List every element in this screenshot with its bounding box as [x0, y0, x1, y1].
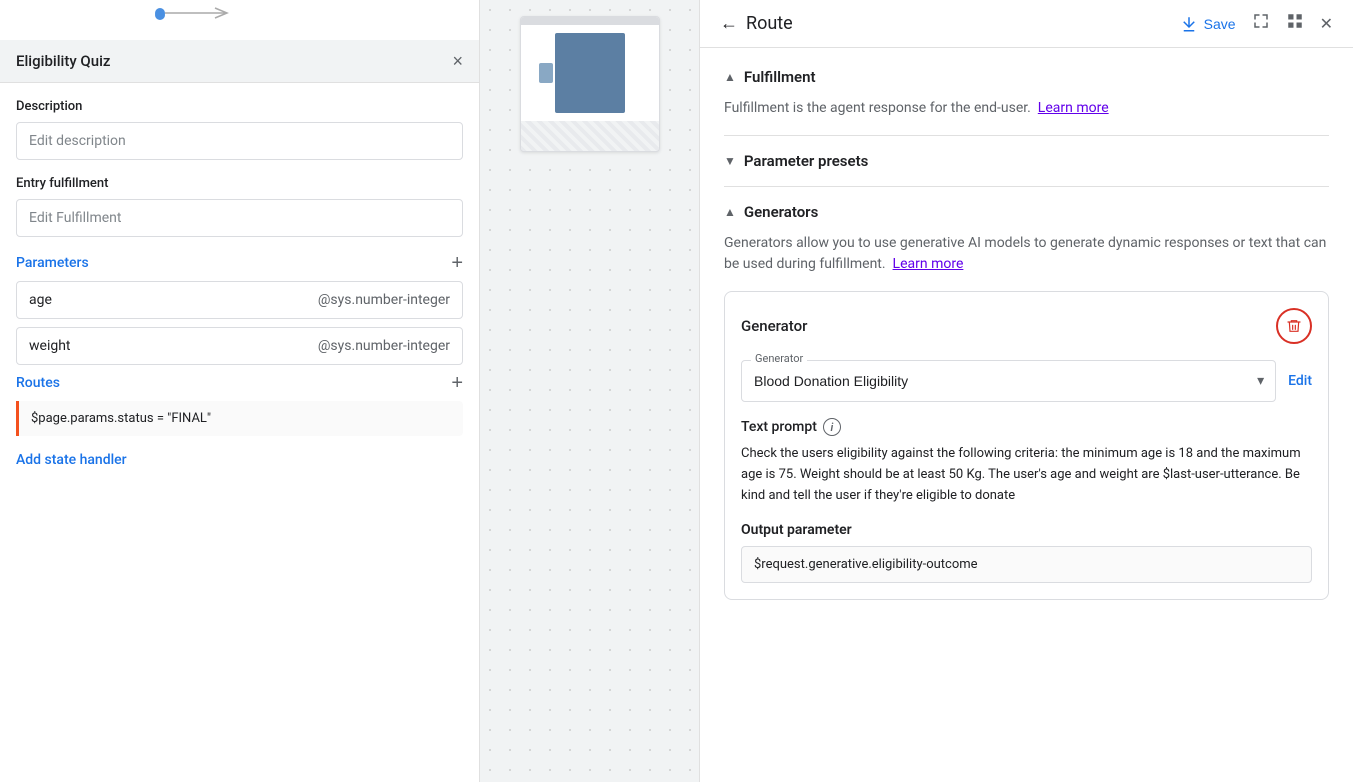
parameters-link[interactable]: Parameters	[16, 255, 89, 271]
text-prompt-content: Check the users eligibility against the …	[741, 444, 1312, 506]
text-prompt-header: Text prompt i	[741, 418, 1312, 436]
fulfillment-section: ▲ Fulfillment Fulfillment is the agent r…	[724, 68, 1329, 119]
save-button[interactable]: Save	[1180, 15, 1236, 33]
output-param-label: Output parameter	[741, 522, 1312, 538]
fulfillment-description: Fulfillment is the agent response for th…	[724, 98, 1329, 119]
parameters-section-header: Parameters +	[16, 253, 463, 273]
node-card-header	[521, 17, 659, 25]
generator-box-header: Generator	[741, 308, 1312, 344]
node-card	[520, 16, 660, 152]
node-connector	[0, 0, 479, 40]
right-content: ▲ Fulfillment Fulfillment is the agent r…	[700, 48, 1353, 620]
save-icon	[1180, 15, 1198, 33]
parameter-presets-chevron-down: ▼	[724, 154, 736, 168]
delete-icon	[1286, 318, 1302, 334]
generators-chevron-up: ▲	[724, 205, 736, 219]
param-type-weight: @sys.number-integer	[318, 338, 450, 354]
parameter-presets-header[interactable]: ▼ Parameter presets	[724, 152, 1329, 170]
parameter-presets-title: Parameter presets	[744, 152, 868, 170]
entry-fulfillment-label: Entry fulfillment	[16, 176, 463, 191]
panel-title: Eligibility Quiz	[16, 52, 110, 70]
close-button[interactable]: ×	[452, 52, 463, 70]
param-name-age: age	[29, 292, 318, 308]
save-label: Save	[1204, 16, 1236, 32]
canvas-area	[480, 0, 700, 782]
routes-section: Routes + $page.params.status = "FINAL"	[16, 373, 463, 436]
param-row-age: age @sys.number-integer	[16, 281, 463, 319]
grid-icon-button[interactable]	[1286, 12, 1304, 35]
fulfillment-title: Fulfillment	[744, 68, 816, 86]
generator-select[interactable]: Blood Donation Eligibility	[741, 360, 1276, 402]
route-condition: $page.params.status = "FINAL"	[31, 411, 211, 426]
close-right-panel-button[interactable]: ✕	[1320, 12, 1333, 35]
param-row-weight: weight @sys.number-integer	[16, 327, 463, 365]
right-panel: ← Route Save ✕	[700, 0, 1353, 782]
generators-section: ▲ Generators Generators allow you to use…	[724, 203, 1329, 600]
panel-header: Eligibility Quiz ×	[0, 40, 479, 83]
generators-learn-more-link[interactable]: Learn more	[893, 256, 964, 272]
generator-box-title: Generator	[741, 317, 807, 335]
header-icons: ✕	[1252, 12, 1333, 35]
fulfillment-learn-more-link[interactable]: Learn more	[1038, 100, 1109, 116]
generator-edit-link[interactable]: Edit	[1288, 373, 1312, 389]
routes-section-header: Routes +	[16, 373, 463, 393]
divider-1	[724, 135, 1329, 136]
back-arrow-icon[interactable]: ←	[720, 13, 738, 34]
info-icon: i	[823, 418, 841, 436]
route-title: Route	[746, 13, 1172, 34]
generator-box: Generator Generator Blood Donation Eligi…	[724, 291, 1329, 600]
generators-title: Generators	[744, 203, 818, 221]
delete-generator-button[interactable]	[1276, 308, 1312, 344]
generator-dropdown-field: Generator Blood Donation Eligibility ▾	[741, 360, 1276, 402]
fulfillment-header[interactable]: ▲ Fulfillment	[724, 68, 1329, 86]
text-prompt-label: Text prompt	[741, 419, 817, 435]
parameters-list: age @sys.number-integer weight @sys.numb…	[16, 281, 463, 365]
grid-icon	[1286, 12, 1304, 30]
panel-content: Description Edit description Entry fulfi…	[0, 83, 479, 782]
left-panel: Eligibility Quiz × Description Edit desc…	[0, 0, 480, 782]
route-item[interactable]: $page.params.status = "FINAL"	[16, 401, 463, 436]
node-card-body	[521, 25, 659, 121]
output-param-field[interactable]: $request.generative.eligibility-outcome	[741, 546, 1312, 583]
description-label: Description	[16, 99, 463, 114]
add-route-button[interactable]: +	[451, 373, 463, 393]
add-parameter-button[interactable]: +	[451, 253, 463, 273]
parameter-presets-section: ▼ Parameter presets	[724, 152, 1329, 170]
fulfillment-chevron-up: ▲	[724, 70, 736, 84]
expand-icon-button[interactable]	[1252, 12, 1270, 35]
description-field[interactable]: Edit description	[16, 122, 463, 160]
right-header: ← Route Save ✕	[700, 0, 1353, 48]
routes-link[interactable]: Routes	[16, 375, 60, 391]
connector-svg	[155, 5, 255, 35]
param-type-age: @sys.number-integer	[318, 292, 450, 308]
add-state-handler-link[interactable]: Add state handler	[16, 452, 463, 468]
entry-fulfillment-field[interactable]: Edit Fulfillment	[16, 199, 463, 237]
param-name-weight: weight	[29, 338, 318, 354]
generator-dropdown-label: Generator	[751, 352, 807, 365]
divider-2	[724, 186, 1329, 187]
node-card-footer	[521, 121, 659, 151]
generator-dropdown-row: Generator Blood Donation Eligibility ▾ E…	[741, 360, 1312, 402]
node-icon	[555, 33, 625, 113]
generators-header[interactable]: ▲ Generators	[724, 203, 1329, 221]
generators-description: Generators allow you to use generative A…	[724, 233, 1329, 275]
expand-icon	[1252, 12, 1270, 30]
